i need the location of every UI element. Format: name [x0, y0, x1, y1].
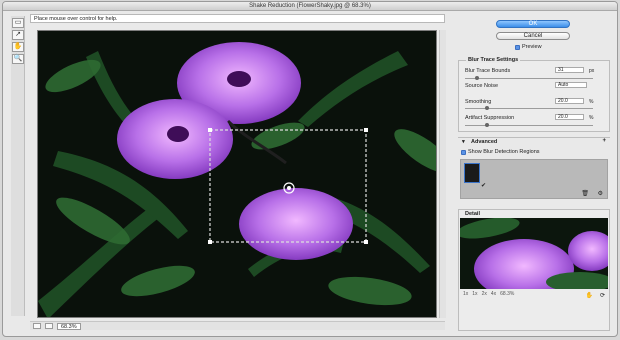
blur-trace-bounds-slider[interactable] [465, 76, 593, 80]
preview-checkbox[interactable] [515, 44, 520, 50]
tool-panel: ▭ ↗ ✋ 🔍 [11, 16, 25, 316]
detail-zoom-4x[interactable]: 4x [491, 291, 496, 297]
show-regions-option[interactable]: Show Blur Detection Regions [461, 149, 540, 155]
disclosure-triangle-icon: ▾ [462, 139, 465, 145]
blur-trace-bounds-label: Blur Trace Bounds [465, 68, 511, 74]
vertical-scrollbar[interactable] [439, 30, 446, 318]
delete-region-icon[interactable]: 🗑 [581, 190, 589, 197]
cancel-button[interactable]: Cancel [496, 32, 570, 40]
artifact-suppression-unit: % [589, 115, 594, 121]
shake-reduction-window: Shake Reduction (FlowerShaky.jpg @ 68.3%… [2, 1, 618, 337]
status-bar: 68.3% [30, 321, 445, 330]
detail-zoom-2x[interactable]: 2x [482, 291, 487, 297]
add-region-icon[interactable]: + [602, 138, 606, 144]
blur-estimation-tool-icon[interactable]: ▭ [12, 18, 24, 28]
show-regions-label: Show Blur Detection Regions [468, 149, 540, 155]
detail-panel: Detail 1x 1x 2x 4x 68.3% ✋ ⟳ [458, 209, 610, 331]
zoom-out-button[interactable] [33, 323, 41, 329]
show-regions-checkbox[interactable] [461, 149, 466, 155]
ok-button[interactable]: OK [496, 20, 570, 28]
help-text-bar: Place mouse over control for help. [30, 14, 445, 23]
image-canvas[interactable] [37, 30, 437, 318]
advanced-title: Advanced [471, 139, 498, 145]
smoothing-field[interactable]: 20.0 [555, 98, 584, 104]
detail-preview[interactable] [460, 218, 608, 289]
hand-tool-icon[interactable]: ✋ [12, 42, 24, 52]
window-title: Shake Reduction (FlowerShaky.jpg @ 68.3%… [3, 2, 617, 11]
settings-gear-icon[interactable]: ⚙ [598, 190, 603, 197]
blur-region-thumbnail[interactable] [464, 163, 480, 183]
flower-image [38, 31, 436, 317]
flower-left [117, 99, 233, 179]
settings-panel: OK Cancel Preview Blur Trace Settings Bl… [458, 13, 610, 331]
zoom-in-button[interactable] [45, 323, 53, 329]
advanced-header[interactable]: ▾ Advanced + [458, 137, 610, 145]
artifact-suppression-field[interactable]: 20.0 [555, 114, 584, 120]
blur-direction-tool-icon[interactable]: ↗ [12, 30, 24, 40]
preview-option[interactable]: Preview [515, 44, 542, 50]
artifact-suppression-slider[interactable] [465, 123, 593, 127]
detail-zoom-controls: 1x 1x 2x 4x 68.3% [463, 291, 514, 297]
detail-refresh-icon[interactable]: ⟳ [600, 292, 605, 299]
blur-region-list: ✔ 🗑 ⚙ [460, 159, 608, 199]
smoothing-label: Smoothing [465, 99, 492, 105]
blur-trace-bounds-knob[interactable] [475, 76, 479, 80]
zoom-level[interactable]: 68.3% [57, 322, 81, 330]
blur-trace-title: Blur Trace Settings [466, 57, 521, 63]
detail-zoom-1x-b[interactable]: 1x [472, 291, 477, 297]
blur-trace-bounds-field[interactable]: 31 [555, 67, 584, 73]
smoothing-unit: % [589, 99, 594, 105]
source-noise-label: Source Noise [465, 83, 499, 89]
preview-label: Preview [522, 44, 542, 50]
detail-title: Detail [465, 211, 480, 217]
artifact-suppression-knob[interactable] [485, 123, 489, 127]
smoothing-knob[interactable] [485, 106, 489, 110]
zoom-tool-icon[interactable]: 🔍 [12, 54, 24, 64]
region-check-icon: ✔ [481, 183, 487, 189]
smoothing-slider[interactable] [465, 106, 593, 110]
source-noise-select[interactable]: Auto [555, 82, 587, 88]
artifact-suppression-label: Artifact Suppression [465, 115, 515, 121]
blur-trace-settings-group: Blur Trace Settings Blur Trace Bounds 31… [458, 57, 610, 132]
detail-zoom-percent[interactable]: 68.3% [500, 291, 514, 297]
detail-flower-image [460, 218, 608, 289]
detail-zoom-1x-a[interactable]: 1x [463, 291, 468, 297]
detail-hand-icon[interactable]: ✋ [586, 292, 593, 299]
blur-trace-bounds-unit: px [589, 68, 595, 74]
